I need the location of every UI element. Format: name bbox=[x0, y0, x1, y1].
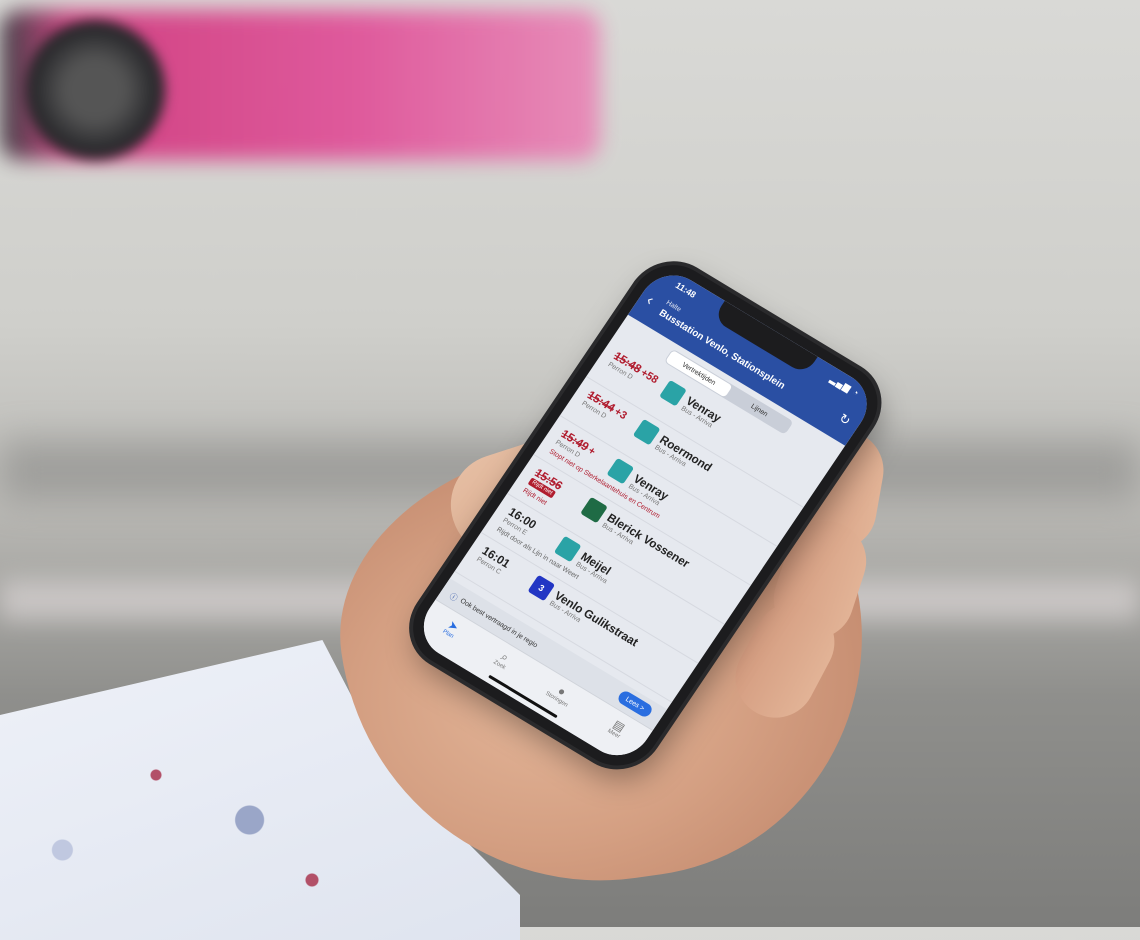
refresh-icon[interactable]: ↻ bbox=[836, 410, 853, 429]
tab-plan[interactable]: ➤ Plan bbox=[441, 612, 466, 640]
line-badge: 3 bbox=[527, 574, 556, 602]
line-badge bbox=[553, 535, 582, 563]
tab-search[interactable]: ⌕ Zoek bbox=[492, 643, 518, 671]
line-badge bbox=[606, 457, 635, 485]
blurred-bus-wheel bbox=[25, 20, 165, 160]
delay-label: +58 bbox=[638, 366, 661, 387]
line-badge bbox=[632, 418, 661, 446]
chevron-left-icon[interactable]: ‹ bbox=[642, 292, 657, 310]
line-badge bbox=[580, 496, 608, 524]
line-badge bbox=[659, 379, 687, 407]
tab-more[interactable]: ▤ Meer bbox=[606, 712, 632, 740]
info-icon: ⓘ bbox=[447, 591, 460, 604]
status-time: 11:48 bbox=[673, 280, 698, 300]
